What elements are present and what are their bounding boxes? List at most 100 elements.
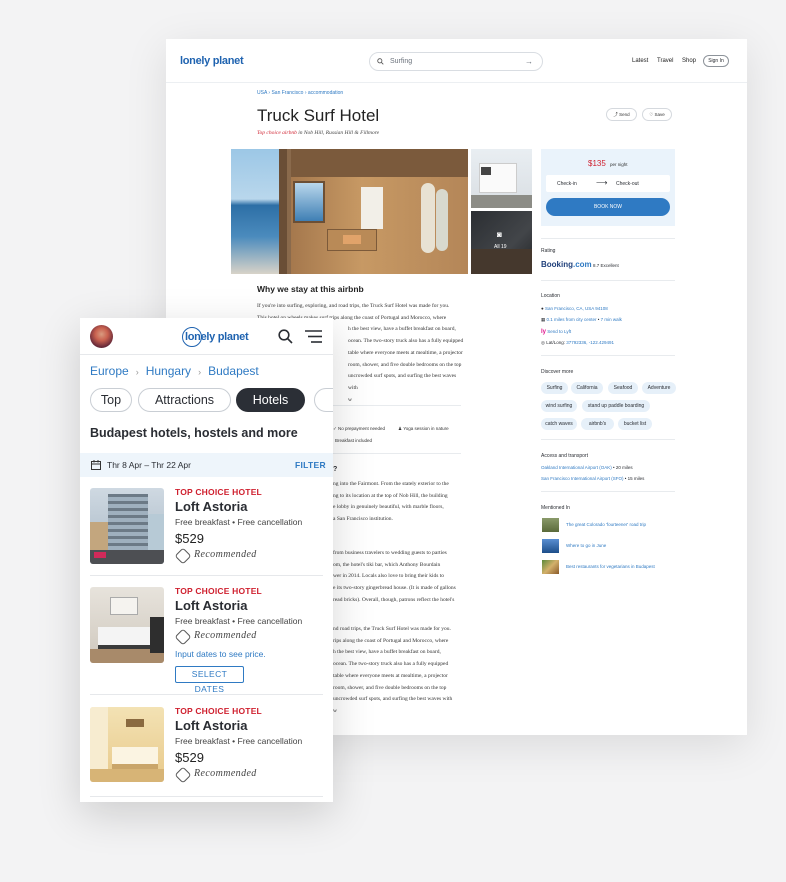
description-para-3: from business travelers to wedding guest… (333, 548, 468, 607)
tab-more[interactable] (314, 388, 333, 412)
breadcrumb-budapest[interactable]: Budapest (208, 364, 259, 378)
hotel-badge: TOP CHOICE HOTEL (175, 586, 262, 596)
breadcrumb-accommodation[interactable]: accommodation (308, 90, 343, 96)
send-label: Send (619, 112, 630, 117)
p2-line: e lobby in genuinely beautiful, with mar… (333, 504, 444, 511)
tag-paddle-boarding[interactable]: stand up paddle boarding (582, 400, 650, 412)
airport-sfo: San Francisco International Airport (SFO… (541, 476, 644, 481)
recommended-icon (174, 628, 192, 646)
tag-wind-surfing[interactable]: wind surfing (541, 400, 577, 412)
tab-top[interactable]: Top (90, 388, 132, 412)
hotel-price: $529 (175, 531, 204, 546)
send-button[interactable]: ⤴ Send (606, 108, 637, 121)
breadcrumb-europe[interactable]: Europe (90, 364, 129, 378)
photo-exterior[interactable] (471, 149, 532, 208)
location-address: ● San Francisco, CA, USA 94108 (541, 306, 608, 311)
rating-score: 8.7 (593, 263, 600, 268)
sign-in-button[interactable]: Sign In (703, 55, 729, 67)
breadcrumb-sf[interactable]: San Francisco (271, 90, 303, 96)
select-dates-button[interactable]: SELECT DATES (175, 666, 244, 694)
article-link[interactable]: The great Colorado 'fourteener' road tri… (566, 522, 646, 527)
divider (541, 280, 675, 281)
breadcrumb: Europe › Hungary › Budapest (90, 364, 259, 378)
tag-surfing[interactable]: Surfing (541, 382, 568, 394)
arrow-right-icon[interactable]: → (525, 53, 533, 70)
menu-icon[interactable] (305, 330, 322, 343)
booking-box: $135 per night Check-in ⟶ Check-out BOOK… (541, 149, 675, 226)
desktop-search-input[interactable]: Surfing → (369, 52, 543, 71)
article-thumb[interactable] (542, 518, 559, 532)
hotel-features: Free breakfast • Free cancellation (175, 736, 303, 746)
airport-sfo-link[interactable]: San Francisco International Airport (SFO… (541, 476, 624, 481)
logo-text: lonely planet (185, 331, 249, 343)
arrow-icon: ⟶ (596, 178, 608, 187)
check-out[interactable]: Check-out (616, 181, 639, 187)
date-range-input[interactable]: Check-in ⟶ Check-out (546, 175, 670, 192)
pin-icon: ● (541, 306, 544, 311)
tag-adventure[interactable]: Adventure (642, 382, 676, 394)
booking-logo[interactable]: Booking.com (541, 260, 592, 269)
date-filter-bar: Thr 8 Apr – Thr 22 Apr FILTER (80, 453, 333, 477)
latlong-value[interactable]: 37792336, -122.429491 (566, 340, 614, 345)
calendar-icon (91, 460, 101, 470)
tag-bucket-list[interactable]: bucket list (618, 418, 652, 430)
photo-more[interactable]: ◙ All 19 (471, 211, 532, 274)
article-link[interactable]: Best restaurants for vegetarians in Buda… (566, 564, 655, 569)
divider (541, 355, 675, 356)
lyft-icon: ly (541, 329, 547, 335)
tab-hotels[interactable]: Hotels (236, 388, 305, 412)
article-thumb[interactable] (542, 539, 559, 553)
hotel-image[interactable] (90, 707, 164, 782)
hotel-name[interactable]: Loft Astoria (175, 718, 247, 733)
hotel-name[interactable]: Loft Astoria (175, 499, 247, 514)
divider (541, 439, 675, 440)
divider (333, 453, 461, 454)
amenity-no-prepayment: ✓ No prepayment needed (333, 426, 386, 431)
why-heading: Why we stay at this airbnb (257, 284, 364, 294)
amenity-label: No prepayment needed (338, 426, 386, 431)
book-now-button[interactable]: BOOK NOW (546, 198, 670, 216)
filter-button[interactable]: FILTER (295, 460, 326, 470)
hotel-image[interactable] (90, 488, 164, 564)
nav-travel[interactable]: Travel (657, 58, 673, 64)
main-photo[interactable] (231, 149, 468, 274)
tab-attractions[interactable]: Attractions (138, 388, 231, 412)
nav-shop[interactable]: Shop (682, 58, 696, 64)
mobile-logo[interactable]: lonely planet (182, 326, 249, 348)
breadcrumb-hungary[interactable]: Hungary (146, 364, 191, 378)
desktop-header: lonely planet Surfing → Latest Travel Sh… (166, 39, 747, 83)
tag-airbnbs[interactable]: airbnb's (581, 418, 614, 430)
p4-line: h the best view, have a buffet breakfast… (333, 649, 441, 656)
target-icon: ◎ (541, 340, 545, 345)
tag-california[interactable]: California (571, 382, 603, 394)
divider (90, 796, 323, 797)
booking-per-night: per night (610, 162, 628, 167)
article-link[interactable]: Where to go in June (566, 543, 606, 548)
tag-seafood[interactable]: Seafood (608, 382, 638, 394)
hotel-image[interactable] (90, 587, 164, 663)
subtitle-choice: Top choice airbnb (257, 130, 297, 136)
p4-line: ocean. The two-story truck also has a fu… (333, 661, 449, 668)
airport-oak-link[interactable]: Oakland International Airport (OAK) (541, 465, 612, 470)
save-button[interactable]: ♡ Save (642, 108, 672, 121)
divider (80, 354, 333, 355)
address-link[interactable]: San Francisco, CA, USA 94108 (545, 306, 608, 311)
rating-word: Excellent (600, 263, 619, 268)
booking-brand-tld: .com (573, 260, 592, 269)
p4-line: table where everyone meets at mealtime, … (333, 672, 448, 679)
tag-catch-waves[interactable]: catch waves (541, 418, 577, 430)
hotel-price: $529 (175, 750, 204, 765)
photo-count: All 19 (494, 244, 507, 250)
nav-latest[interactable]: Latest (632, 58, 648, 64)
search-icon[interactable] (278, 329, 293, 344)
breadcrumb-usa[interactable]: USA (257, 90, 267, 96)
desktop-logo[interactable]: lonely planet (180, 52, 244, 70)
date-range[interactable]: Thr 8 Apr – Thr 22 Apr (107, 460, 191, 470)
check-in[interactable]: Check-in (557, 181, 577, 187)
avatar[interactable] (90, 325, 113, 348)
description-para-4: nd road trips, the Truck Surf Hotel was … (333, 624, 468, 718)
hotel-name[interactable]: Loft Astoria (175, 598, 247, 613)
article-thumb[interactable] (542, 560, 559, 574)
location-distance: ▦ 0.1 miles from city center • 7 min wal… (541, 317, 622, 322)
send-to-lyft-link[interactable]: Send to Lyft (547, 329, 571, 334)
